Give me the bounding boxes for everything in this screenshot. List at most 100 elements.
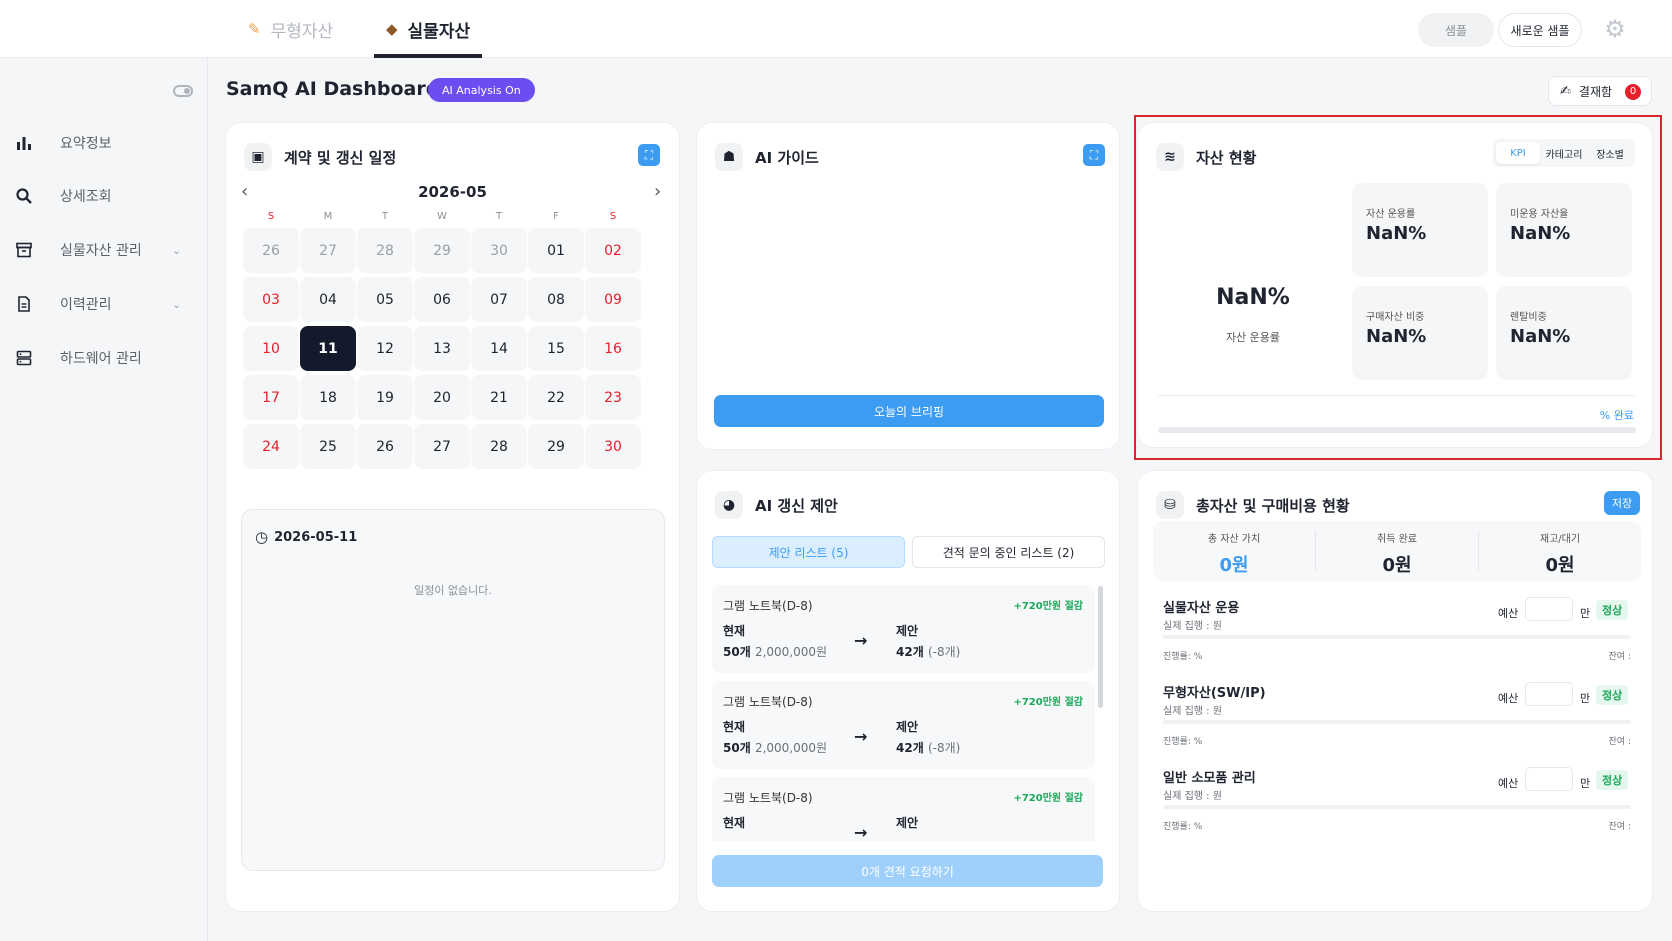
calendar-day[interactable]: 17: [243, 375, 299, 420]
edit-document-icon: ✍: [1560, 83, 1571, 99]
calendar-day[interactable]: 26: [357, 424, 413, 469]
calendar-day[interactable]: 21: [471, 375, 527, 420]
sidebar-toggle[interactable]: [173, 85, 193, 97]
sidebar-item-detail[interactable]: 상세조회: [0, 176, 208, 216]
calendar-day[interactable]: 07: [471, 277, 527, 322]
sidebar-item-physical-assets[interactable]: 실물자산 관리 ⌄: [0, 230, 208, 270]
suggestion-item[interactable]: 그램 노트북(D-8) +720만원 절감 현재 50개 2,000,000원 → 제안 4…: [712, 585, 1095, 673]
calendar-day[interactable]: 22: [528, 375, 584, 420]
calendar-day[interactable]: 28: [357, 228, 413, 273]
calendar-day[interactable]: 08: [528, 277, 584, 322]
calendar-day[interactable]: 27: [300, 228, 356, 273]
budget-input[interactable]: [1525, 767, 1573, 791]
sidebar-item-label: 요약정보: [60, 136, 112, 152]
calendar-day[interactable]: 18: [300, 375, 356, 420]
calendar-day[interactable]: 28: [471, 424, 527, 469]
calendar-day[interactable]: 23: [585, 375, 641, 420]
calendar-day[interactable]: 12: [357, 326, 413, 371]
suggestion-item[interactable]: 그램 노트북(D-8) +720만원 절감 현재 → 제안: [712, 777, 1095, 841]
save-button[interactable]: 저장: [1604, 491, 1640, 515]
current-price: 2,000,000원: [754, 741, 828, 755]
budget-remaining: 잔여 :: [1608, 652, 1631, 662]
sidebar-item-label: 상세조회: [60, 189, 112, 205]
sidebar-item-label: 하드웨어 관리: [60, 351, 142, 367]
tab-quote-inquiry-list[interactable]: 견적 문의 중인 리스트 (2): [912, 536, 1105, 568]
suggest-label: 제안: [896, 624, 919, 638]
sidebar-item-label: 이력관리: [60, 297, 112, 313]
chevron-down-icon: ⌄: [172, 297, 182, 311]
expand-icon[interactable]: ⛶: [1083, 144, 1105, 166]
suggestion-title: 그램 노트북(D-8): [723, 695, 813, 709]
scrollbar[interactable]: [1098, 586, 1103, 708]
totals-column: 재고/대기 0원: [1479, 521, 1641, 581]
budget-progress-bar: [1163, 720, 1631, 724]
calendar-day[interactable]: 13: [414, 326, 470, 371]
tab-physical-assets[interactable]: ◆ 실물자산: [373, 0, 483, 58]
calendar-day[interactable]: 26: [243, 228, 299, 273]
calendar-day[interactable]: 30: [585, 424, 641, 469]
clock-icon: ◷: [255, 528, 269, 546]
calendar-day[interactable]: 05: [357, 277, 413, 322]
prev-month-button[interactable]: ‹: [241, 181, 248, 202]
calendar-day[interactable]: 29: [414, 228, 470, 273]
calendar-day[interactable]: 19: [357, 375, 413, 420]
calendar-day[interactable]: 10: [243, 326, 299, 371]
daily-briefing-button[interactable]: 오늘의 브리핑: [714, 395, 1104, 427]
budget-unit: 만: [1580, 777, 1591, 790]
calendar-day[interactable]: 25: [300, 424, 356, 469]
empty-schedule-text: 일정이 없습니다.: [414, 584, 492, 597]
weekday-label: M: [323, 211, 333, 222]
expand-icon[interactable]: ⛶: [638, 144, 660, 166]
top-bar: ✎ 무형자산 ◆ 실물자산 샘플 새로운 샘플 ⚙: [0, 0, 1672, 58]
calendar-day[interactable]: 15: [528, 326, 584, 371]
calendar-day[interactable]: 09: [585, 277, 641, 322]
ai-suggestions-header: ◕ AI 갱신 제안: [715, 491, 838, 519]
next-month-button[interactable]: ›: [654, 181, 661, 202]
schedule-panel: ◷ 2026-05-11 일정이 없습니다.: [241, 509, 665, 871]
calendar-day[interactable]: 02: [585, 228, 641, 273]
arrow-right-icon: →: [854, 823, 868, 841]
calendar-day[interactable]: 16: [585, 326, 641, 371]
sample-button[interactable]: 샘플: [1418, 13, 1494, 47]
sidebar-item-summary[interactable]: 요약정보: [0, 123, 208, 163]
totals-card: ⛁ 총자산 및 구매비용 현황 저장 총 자산 가치 0원 취득 완료 0원 재고/대기…: [1137, 470, 1653, 912]
tab-suggestion-list[interactable]: 제안 리스트 (5): [712, 536, 905, 568]
calendar-day[interactable]: 30: [471, 228, 527, 273]
budget-input[interactable]: [1525, 682, 1573, 706]
current-label: 현재: [723, 624, 746, 638]
calendar-day[interactable]: 29: [528, 424, 584, 469]
saving-badge: +720만원 절감: [1013, 601, 1083, 612]
calendar-day[interactable]: 06: [414, 277, 470, 322]
new-sample-button[interactable]: 새로운 샘플: [1498, 13, 1582, 47]
budget-input[interactable]: [1525, 597, 1573, 621]
sidebar-item-history[interactable]: 이력관리 ⌄: [0, 284, 208, 324]
budget-executed: 실제 집행 : 원: [1163, 706, 1222, 717]
card-title: AI 가이드: [755, 148, 819, 167]
calendar-day[interactable]: 01: [528, 228, 584, 273]
budget-title: 일반 소모품 관리: [1163, 771, 1256, 786]
calendar-day[interactable]: 20: [414, 375, 470, 420]
calendar-day[interactable]: 24: [243, 424, 299, 469]
sidebar-item-hardware[interactable]: 하드웨어 관리: [0, 338, 208, 378]
totals-value: 0원: [1545, 555, 1575, 576]
calendar-day[interactable]: 04: [300, 277, 356, 322]
calendar-day[interactable]: 11: [300, 326, 356, 371]
card-title: 계약 및 갱신 일정: [284, 148, 397, 167]
request-quote-button[interactable]: 0개 견적 요청하기: [712, 855, 1103, 887]
budget-executed: 실제 집행 : 원: [1163, 791, 1222, 802]
tab-label: 실물자산: [407, 21, 471, 42]
bar-chart-icon: [13, 132, 35, 154]
ai-guide-header: ☗ AI 가이드: [715, 143, 819, 171]
suggestion-item[interactable]: 그램 노트북(D-8) +720만원 절감 현재 50개 2,000,000원 → 제안 4…: [712, 681, 1095, 769]
calendar-month: 2026-05: [418, 183, 487, 201]
suggest-label: 제안: [896, 816, 919, 830]
approval-box-button[interactable]: ✍ 결재함 0: [1548, 76, 1652, 106]
search-icon: [13, 185, 35, 207]
tab-intangible-assets[interactable]: ✎ 무형자산: [248, 0, 333, 58]
totals-label: 총 자산 가치: [1207, 534, 1261, 545]
calendar-day[interactable]: 27: [414, 424, 470, 469]
calendar-day[interactable]: 14: [471, 326, 527, 371]
pie-chart-icon: ◕: [715, 491, 743, 519]
gear-icon[interactable]: ⚙: [1602, 16, 1628, 42]
calendar-day[interactable]: 03: [243, 277, 299, 322]
